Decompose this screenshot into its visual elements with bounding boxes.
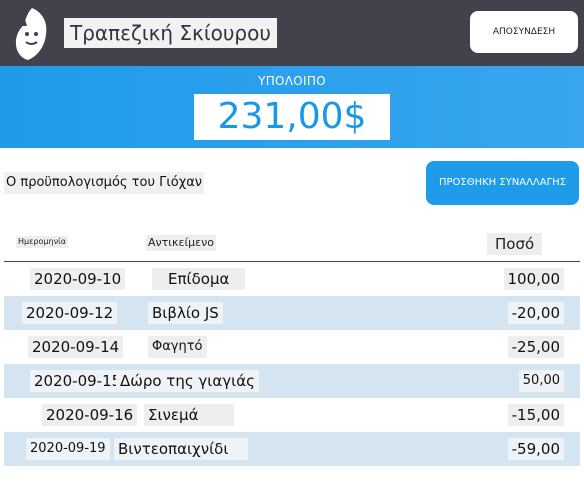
logout-button[interactable]: ΑΠΟΣΥΝΔΕΣΗ (470, 11, 578, 53)
table-row[interactable]: 2020-09-10 Επίδομα 100,00 (4, 262, 580, 296)
row-date: 2020-09-14 (28, 336, 124, 358)
row-object: Σινεμά (144, 404, 235, 426)
row-object: Βιντεοπαιχνίδι (114, 438, 249, 460)
column-header-date: Ημερομηνία (16, 236, 69, 248)
row-object: Βιβλίο JS (148, 302, 223, 324)
balance-value: 231,00$ (194, 94, 390, 140)
transactions-table: Ημερομηνία Αντικείμενο Ποσό 2020-09-10 Ε… (4, 225, 580, 466)
row-amount: -20,00 (507, 302, 564, 324)
row-date: 2020-09-15 (30, 370, 126, 392)
row-amount: -25,00 (507, 336, 564, 358)
squirrel-logo-icon (15, 8, 47, 60)
table-header: Ημερομηνία Αντικείμενο Ποσό (4, 225, 580, 262)
app-title: Τραπεζική Σκίουρου (64, 18, 277, 48)
row-date: 2020-09-10 (30, 268, 126, 290)
balance-label: ΥΠΟΛΟΙΠΟ (258, 74, 326, 88)
row-date: 2020-09-19 (26, 438, 110, 460)
table-row[interactable]: 2020-09-16 Σινεμά -15,00 (4, 398, 580, 432)
budget-title: Ο προϋπολογισμός του Γιόχαν (4, 172, 205, 194)
row-object: Φαγητό (148, 336, 207, 358)
column-header-amount: Ποσό (487, 233, 543, 255)
table-row[interactable]: 2020-09-15 Δώρο της γιαγιάς 50,00 (4, 364, 580, 398)
table-row[interactable]: 2020-09-14 Φαγητό -25,00 (4, 330, 580, 364)
row-date: 2020-09-12 (22, 302, 118, 324)
row-date: 2020-09-16 (42, 404, 138, 426)
row-object: Επίδομα (152, 268, 246, 290)
column-header-object: Αντικείμενο (146, 235, 216, 251)
table-row[interactable]: 2020-09-12 Βιβλίο JS -20,00 (4, 296, 580, 330)
row-amount: 50,00 (518, 370, 564, 392)
table-row[interactable]: 2020-09-19 Βιντεοπαιχνίδι -59,00 (4, 432, 580, 466)
row-object: Δώρο της γιαγιάς (116, 370, 259, 392)
row-amount: -15,00 (507, 404, 564, 426)
balance-banner: ΥΠΟΛΟΙΠΟ 231,00$ (0, 66, 584, 148)
row-amount: 100,00 (503, 268, 564, 290)
top-bar: Τραπεζική Σκίουρου ΑΠΟΣΥΝΔΕΣΗ (0, 0, 584, 66)
add-transaction-button[interactable]: ΠΡΟΣΘΗΚΗ ΣΥΝΑΛΛΑΓΗΣ (426, 161, 579, 205)
row-amount: -59,00 (507, 438, 564, 460)
